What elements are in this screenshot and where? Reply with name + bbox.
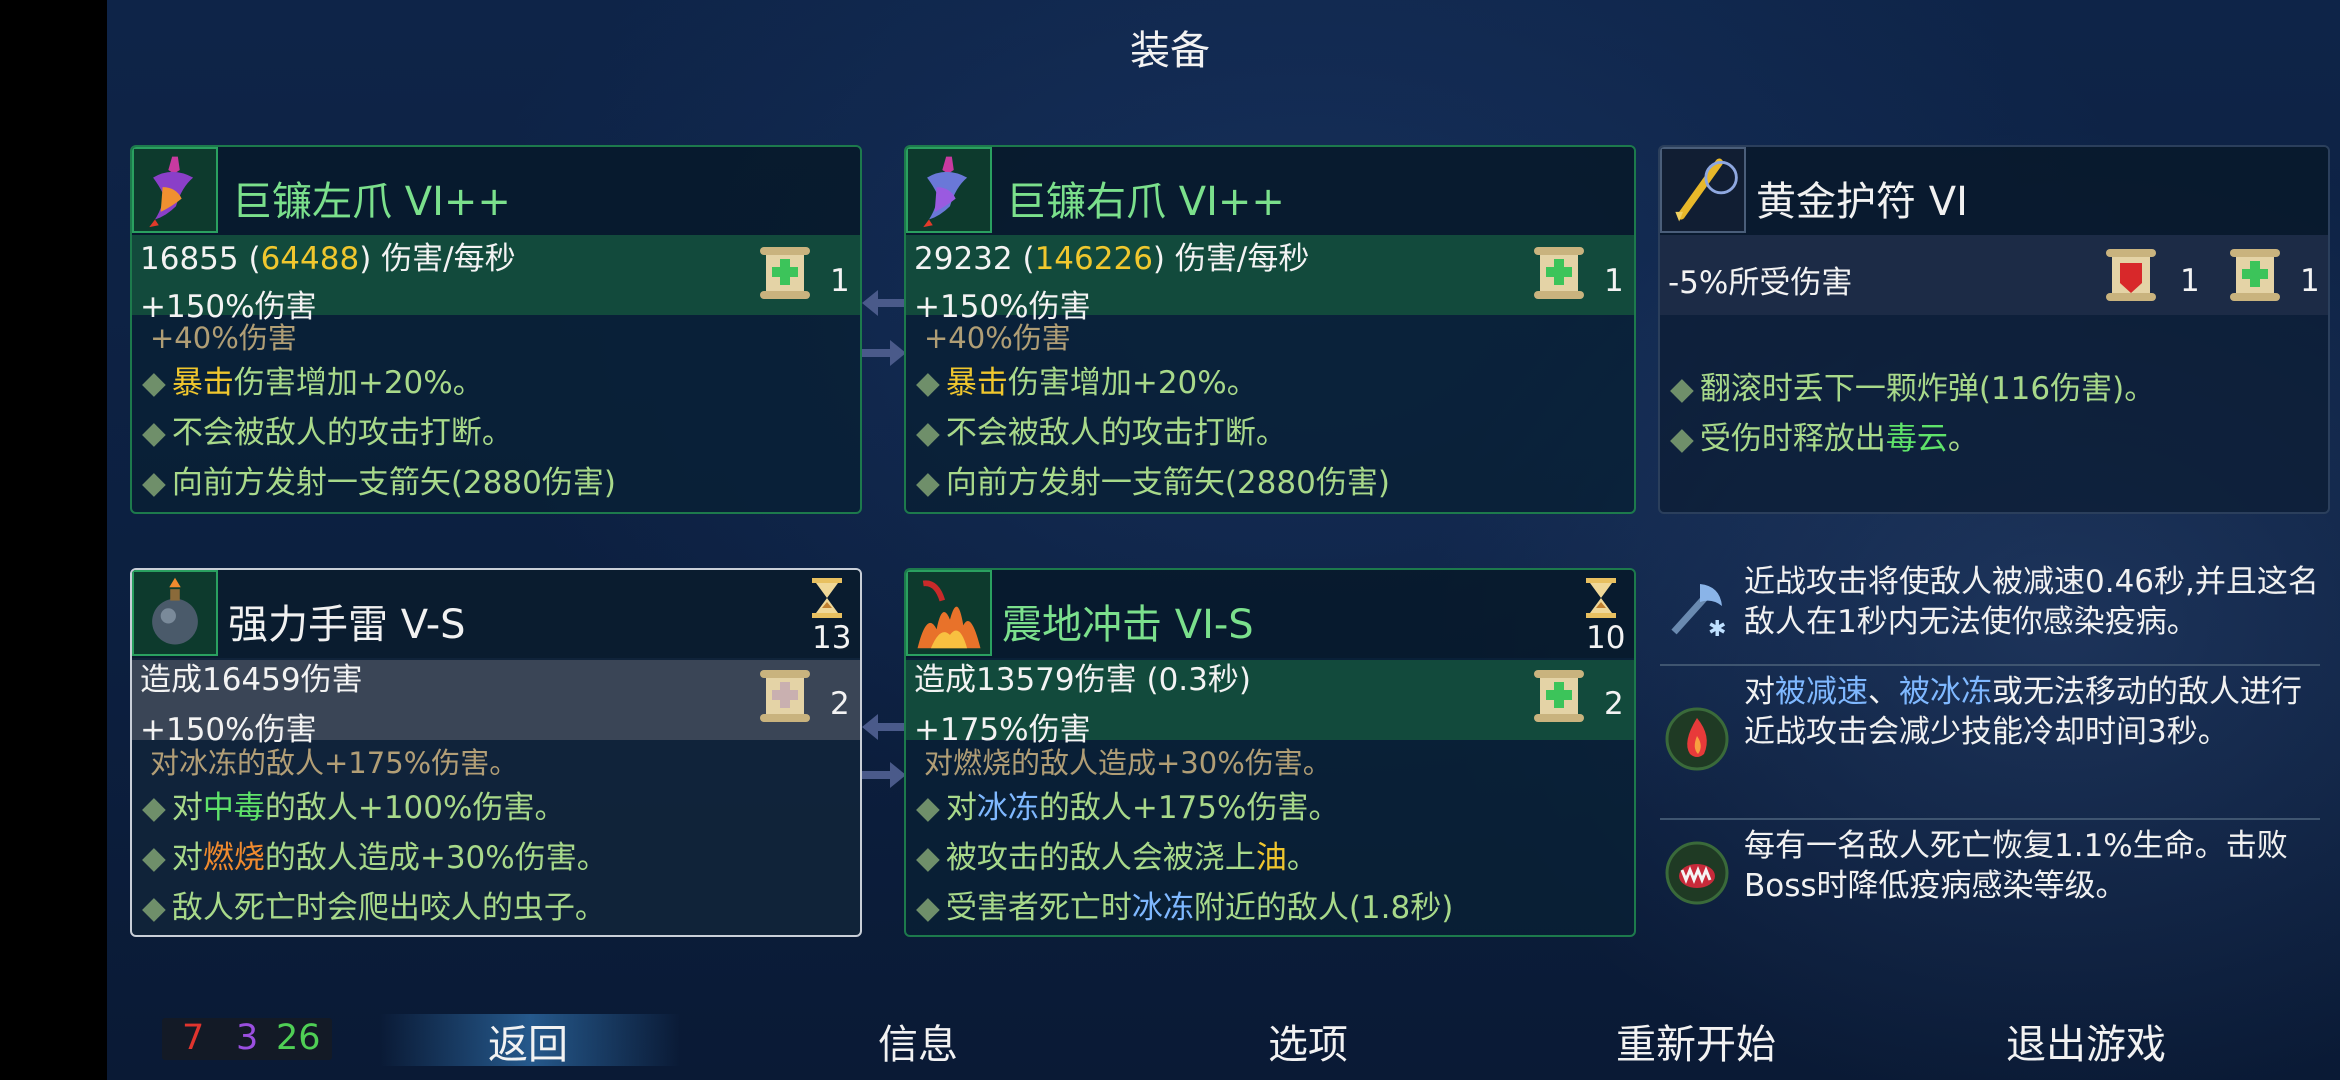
scythe-claw-icon (132, 147, 218, 233)
skill-card-ground-smash[interactable]: 震地冲击 VI-S 10 造成13579伤害 (0.3秒) +175%伤害 2 … (904, 568, 1636, 937)
cooldown-seconds: 13 (812, 620, 852, 656)
hourglass-icon (812, 578, 842, 618)
mutation-row[interactable]: 对被减速、被冰冻或无法移动的敌人进行近战攻击会减少技能冷却时间3秒。 (1660, 672, 2320, 812)
amulet-trait: ◆ 翻滚时丢下一颗炸弹(116伤害)。 (1670, 371, 2156, 407)
flame-orb-mutation-icon (1665, 707, 1729, 771)
upgrade-scroll-icon (756, 241, 814, 305)
clipped-trait: +40%伤害 (150, 321, 297, 355)
skill-name: 震地冲击 VI-S (1002, 602, 1254, 648)
swap-left-arrow-icon (862, 714, 906, 740)
golden-amulet-icon (1660, 147, 1746, 233)
weapon-trait: ◆ 不会被敌人的攻击打断。 (916, 415, 1287, 451)
skill-trait: ◆ 受害者死亡时冰冻附近的敌人(1.8秒) (916, 890, 1454, 926)
mutation-row[interactable]: 每有一名敌人死亡恢复1.1%生命。击败Boss时降低疫病感染等级。 (1660, 826, 2320, 926)
skill-card-grenade[interactable]: 强力手雷 V-S 13 造成16459伤害 +150%伤害 2 对冰冻的敌人+1… (130, 568, 862, 937)
skill-trait: ◆ 对中毒的敌人+100%伤害。 (142, 790, 566, 826)
scroll-stats: 7 3 26 (162, 1018, 332, 1060)
scroll-count: 1 (1604, 263, 1624, 299)
swap-right-arrow-icon (862, 762, 906, 788)
clipped-trait: 对冰冻的敌人+175%伤害。 (150, 746, 519, 780)
brutality-scroll-icon (2102, 243, 2160, 307)
survival-count: 26 (276, 1018, 321, 1058)
skill-name: 强力手雷 V-S (228, 602, 466, 648)
ground-smash-icon (906, 570, 992, 656)
restart-button[interactable]: 重新开始 (1616, 1012, 1776, 1070)
divider (1660, 664, 2320, 666)
swap-left-arrow-icon (862, 290, 906, 316)
brutality-count: 7 (182, 1018, 205, 1058)
back-button[interactable]: 返回 (488, 1012, 568, 1070)
scroll-count: 1 (2180, 263, 2200, 299)
weapon-trait: ◆ 暴击伤害增加+20%。 (916, 365, 1258, 401)
frost-axe-mutation-icon: ✱ (1671, 584, 1726, 642)
amulet-effect: -5%所受伤害 (1668, 265, 1853, 301)
scroll-count: 1 (2300, 263, 2320, 299)
survival-scroll-icon (2226, 243, 2284, 307)
skill-damage: 造成16459伤害 (140, 662, 363, 698)
clipped-trait: 对燃烧的敌人造成+30%伤害。 (924, 746, 1332, 780)
swap-right-arrow-icon (862, 340, 906, 366)
weapon-name: 巨镰右爪 VI++ (1006, 179, 1285, 225)
scroll-count: 2 (830, 686, 850, 722)
skill-trait: ◆ 对燃烧的敌人造成+30%伤害。 (142, 840, 608, 876)
info-button[interactable]: 信息 (878, 1012, 958, 1070)
mutation-text: 对被减速、被冰冻或无法移动的敌人进行近战攻击会减少技能冷却时间3秒。 (1744, 674, 2302, 750)
cooldown-seconds: 10 (1586, 620, 1626, 656)
options-button[interactable]: 选项 (1268, 1012, 1348, 1070)
mutation-row[interactable]: ✱ 近战攻击将使敌人被减速0.46秒,并且这名敌人在1秒内无法使你感染疫病。 (1660, 562, 2320, 662)
clipped-trait: +40%伤害 (924, 321, 1071, 355)
weapon-name: 巨镰左爪 VI++ (232, 179, 511, 225)
divider (1660, 818, 2320, 820)
weapon-trait: ◆ 向前方发射一支箭矢(2880伤害) (916, 465, 1390, 501)
amulet-trait: ◆ 受伤时释放出毒云。 (1670, 421, 1979, 457)
scythe-claw-icon (906, 147, 992, 233)
skill-damage: 造成13579伤害 (0.3秒) (914, 662, 1251, 698)
tactics-count: 3 (236, 1018, 259, 1058)
skill-trait: ◆ 敌人死亡时会爬出咬人的虫子。 (142, 890, 606, 926)
scroll-count: 2 (1604, 686, 1624, 722)
amulet-card[interactable]: 黄金护符 VI -5%所受伤害 1 1 ◆ 翻滚时丢下一颗炸弹(116伤害)。 ◆… (1658, 145, 2330, 514)
amulet-name: 黄金护符 VI (1756, 179, 1968, 225)
weapon-trait: ◆ 不会被敌人的攻击打断。 (142, 415, 513, 451)
weapon-card-right-claw[interactable]: 巨镰右爪 VI++ 29232 (146226) 伤害/每秒 +150%伤害 1… (904, 145, 1636, 514)
quit-game-button[interactable]: 退出游戏 (2006, 1012, 2166, 1070)
grenade-icon (132, 570, 218, 656)
skill-trait: ◆ 被攻击的敌人会被浇上油。 (916, 840, 1318, 876)
page-title: 装备 (1130, 28, 1210, 74)
svg-text:✱: ✱ (1708, 617, 1726, 642)
mutation-text: 近战攻击将使敌人被减速0.46秒,并且这名敌人在1秒内无法使你感染疫病。 (1744, 564, 2319, 640)
weapon-trait: ◆ 向前方发射一支箭矢(2880伤害) (142, 465, 616, 501)
weapon-card-left-claw[interactable]: 巨镰左爪 VI++ 16855 (64488) 伤害/每秒 +150%伤害 1 … (130, 145, 862, 514)
mutation-text: 每有一名敌人死亡恢复1.1%生命。击败Boss时降低疫病感染等级。 (1744, 828, 2288, 904)
scroll-count: 1 (830, 263, 850, 299)
survival-scroll-icon (1530, 664, 1588, 728)
weapon-trait: ◆ 暴击伤害增加+20%。 (142, 365, 484, 401)
upgrade-scroll-icon (1530, 241, 1588, 305)
skill-trait: ◆ 对冰冻的敌人+175%伤害。 (916, 790, 1340, 826)
left-black-bar (0, 0, 107, 1080)
hourglass-icon (1586, 578, 1616, 618)
weapon-dps: 29232 (146226) 伤害/每秒 (914, 241, 1310, 277)
weapon-dps: 16855 (64488) 伤害/每秒 (140, 241, 516, 277)
tactics-scroll-icon (756, 664, 814, 728)
fang-mutation-icon (1665, 841, 1729, 905)
